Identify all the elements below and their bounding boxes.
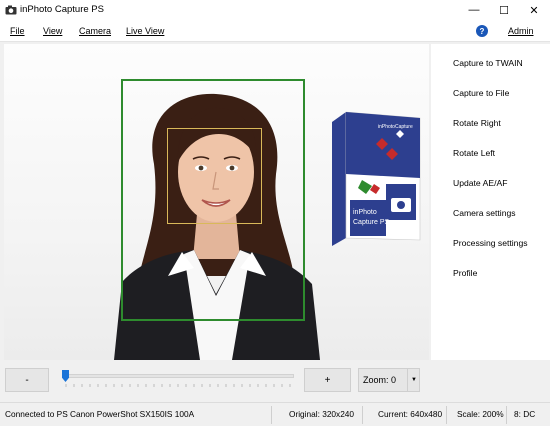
product-brand-label: inPhotoCapture bbox=[378, 124, 413, 130]
status-connection: Connected to PS Canon PowerShot SX150IS … bbox=[5, 409, 195, 419]
close-button[interactable]: ✕ bbox=[519, 0, 549, 20]
rotate-left-link[interactable]: Rotate Left bbox=[453, 148, 495, 158]
status-divider bbox=[506, 406, 507, 424]
help-icon[interactable]: ? bbox=[476, 25, 488, 37]
menu-view[interactable]: View bbox=[43, 26, 62, 36]
zoom-in-button[interactable]: + bbox=[304, 368, 351, 392]
status-divider bbox=[271, 406, 272, 424]
update-ae-af-link[interactable]: Update AE/AF bbox=[453, 178, 507, 188]
zoom-out-button[interactable]: - bbox=[5, 368, 49, 392]
title-bar: inPhoto Capture PS — ☐ ✕ bbox=[0, 0, 550, 20]
product-name-line2: Capture PS bbox=[353, 219, 390, 226]
zoom-value: Zoom: 0 bbox=[363, 375, 397, 385]
capture-to-twain-link[interactable]: Capture to TWAIN bbox=[453, 58, 523, 68]
profile-link[interactable]: Profile bbox=[453, 268, 477, 278]
camera-app-icon bbox=[5, 5, 17, 15]
menu-file[interactable]: File bbox=[10, 26, 25, 36]
product-name-line1: inPhoto bbox=[353, 209, 377, 216]
zoom-slider[interactable] bbox=[58, 370, 294, 390]
status-current-size: Current: 640x480 bbox=[378, 409, 443, 419]
minimize-button[interactable]: — bbox=[459, 0, 489, 20]
processing-settings-link[interactable]: Processing settings bbox=[453, 238, 528, 248]
menu-bar: File View Camera Live View ? Admin bbox=[0, 20, 550, 42]
menu-live-view[interactable]: Live View bbox=[126, 26, 164, 36]
status-divider bbox=[362, 406, 363, 424]
status-original-size: Original: 320x240 bbox=[289, 409, 355, 419]
window-title: inPhoto Capture PS bbox=[20, 4, 104, 15]
rotate-right-link[interactable]: Rotate Right bbox=[453, 118, 501, 128]
status-scale: Scale: 200% bbox=[457, 409, 504, 419]
action-sidebar: Capture to TWAIN Capture to File Rotate … bbox=[431, 44, 550, 360]
status-divider bbox=[446, 406, 447, 424]
status-mode: 8: DC bbox=[514, 409, 536, 419]
face-crop-frame bbox=[167, 128, 262, 224]
chevron-down-icon[interactable]: ▼ bbox=[407, 368, 420, 392]
maximize-button[interactable]: ☐ bbox=[489, 0, 519, 20]
status-bar: Connected to PS Canon PowerShot SX150IS … bbox=[0, 402, 550, 426]
camera-settings-link[interactable]: Camera settings bbox=[453, 208, 516, 218]
zoom-slider-ticks bbox=[65, 384, 291, 387]
menu-camera[interactable]: Camera bbox=[79, 26, 111, 36]
live-view-viewport[interactable]: inPhotoCapture inPhoto Capture PS bbox=[4, 44, 429, 360]
product-box-image: inPhotoCapture inPhoto Capture PS bbox=[332, 111, 421, 246]
admin-link[interactable]: Admin bbox=[508, 26, 534, 36]
capture-to-file-link[interactable]: Capture to File bbox=[453, 88, 509, 98]
